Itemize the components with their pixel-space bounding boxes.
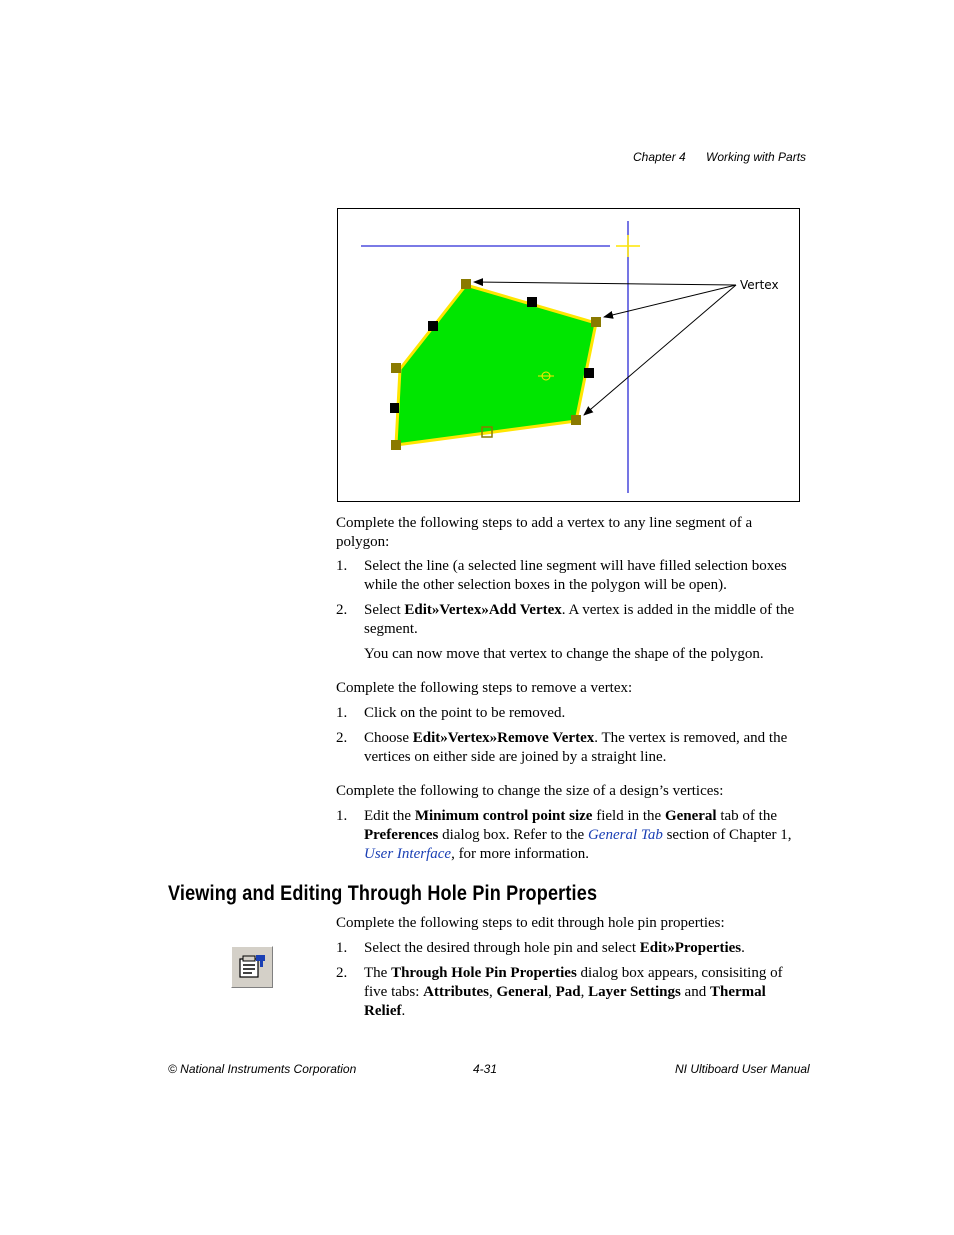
vertex-size-intro: Complete the following to change the siz… <box>336 783 724 799</box>
step-text: Choose Edit»Vertex»Remove Vertex. The ve… <box>364 730 788 765</box>
step-number: 1. <box>336 940 348 956</box>
header-title: Working with Parts <box>706 150 807 164</box>
add-vertex-note: You can now move that vertex to change t… <box>336 645 800 664</box>
polygon-diagram: Vertex <box>361 221 779 493</box>
menu-path: Edit»Properties <box>639 940 742 956</box>
vertex-callout-label: Vertex <box>740 278 779 292</box>
green-polygon <box>394 283 598 447</box>
general-tab-link[interactable]: General Tab <box>588 827 663 843</box>
properties-icon <box>239 955 265 978</box>
vertex-handle <box>391 363 401 373</box>
note-text: You can now move that vertex to change t… <box>364 646 764 662</box>
step-text: The Through Hole Pin Properties dialog b… <box>364 965 783 1019</box>
remove-vertex-step-1: 1. Click on the point to be removed. <box>336 704 800 723</box>
footer-copyright: © National Instruments Corporation <box>168 1062 357 1076</box>
vertex-handle <box>461 279 471 289</box>
footer-manual-title: NI Ultiboard User Manual <box>675 1062 810 1076</box>
vertex-handle <box>571 415 581 425</box>
step-text: Click on the point to be removed. <box>364 705 566 721</box>
vertex-handle <box>591 317 601 327</box>
step-text: Select Edit»Vertex»Add Vertex. A vertex … <box>364 602 795 637</box>
step-number: 1. <box>336 705 348 721</box>
step-number: 1. <box>336 558 348 574</box>
selection-box <box>584 368 594 378</box>
selection-box <box>428 321 438 331</box>
step-number: 2. <box>336 602 348 618</box>
menu-path: Edit»Vertex»Remove Vertex <box>412 730 595 746</box>
step-number: 2. <box>336 965 348 981</box>
step-number: 2. <box>336 730 348 746</box>
properties-toolbar-icon <box>231 946 273 988</box>
remove-vertex-intro: Complete the following steps to remove a… <box>336 680 633 696</box>
vertex-size-step-1: 1. Edit the Minimum control point size f… <box>336 807 800 864</box>
through-hole-step-2: 2. The Through Hole Pin Properties dialo… <box>336 964 800 1021</box>
through-hole-intro: Complete the following steps to edit thr… <box>336 915 725 931</box>
step-number: 1. <box>336 808 348 824</box>
menu-path: Edit»Vertex»Add Vertex <box>404 602 562 618</box>
header-chapter: Chapter 4 <box>633 150 686 164</box>
step-text: Edit the Minimum control point size fiel… <box>364 808 792 862</box>
step-text: Select the line (a selected line segment… <box>364 558 787 593</box>
remove-vertex-step-2: 2. Choose Edit»Vertex»Remove Vertex. The… <box>336 729 800 767</box>
through-hole-step-1: 1. Select the desired through hole pin a… <box>336 939 800 958</box>
user-interface-link[interactable]: User Interface <box>364 846 451 862</box>
section-heading: Viewing and Editing Through Hole Pin Pro… <box>168 882 598 905</box>
add-vertex-step-1: 1. Select the line (a selected line segm… <box>336 557 800 595</box>
step-text: Select the desired through hole pin and … <box>364 940 745 956</box>
polygon-figure: Vertex <box>337 208 800 502</box>
selection-box <box>527 297 537 307</box>
vertex-handle <box>391 440 401 450</box>
footer-page-number: 4-31 <box>473 1062 498 1076</box>
add-vertex-step-2: 2. Select Edit»Vertex»Add Vertex. A vert… <box>336 601 800 639</box>
selection-box <box>390 403 399 413</box>
crosshair-cursor <box>616 235 640 257</box>
add-vertex-intro: Complete the following steps to add a ve… <box>336 515 753 550</box>
